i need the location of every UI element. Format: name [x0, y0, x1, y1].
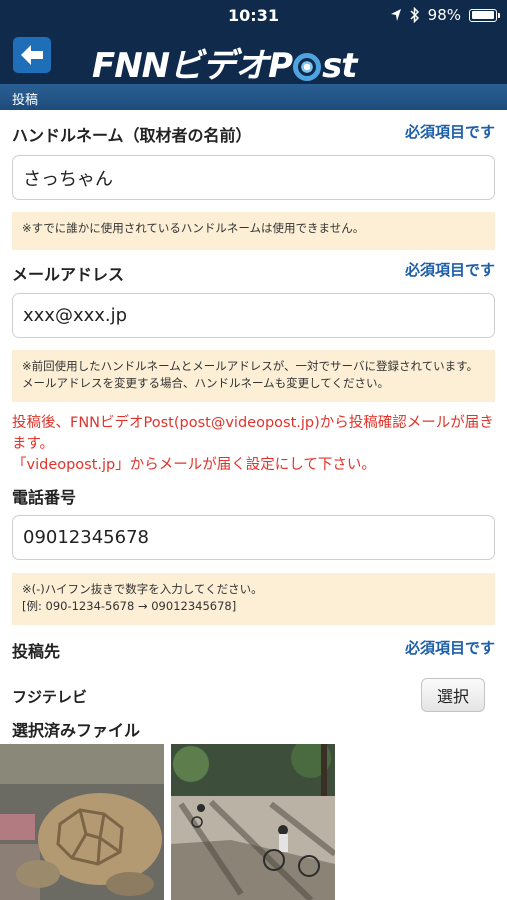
email-label: メールアドレス [12, 265, 125, 284]
section-title-bar: 投稿 [0, 84, 507, 110]
email-input[interactable]: xxx@xxx.jp [12, 293, 495, 338]
phone-input[interactable]: 09012345678 [12, 515, 495, 560]
handle-name-input[interactable]: さっちゃん [12, 155, 495, 200]
email-note: ※前回使用したハンドルネームとメールアドレスが、一対でサーバに登録されています。… [12, 350, 495, 402]
selected-files-label: 選択済みファイル [12, 721, 141, 740]
nav-bar: FNNビデオP st [0, 30, 507, 87]
file-thumbnail-tortoise[interactable] [0, 744, 164, 900]
tortoise-photo [0, 744, 164, 900]
park-photo [171, 744, 335, 900]
file-thumbnail-park[interactable] [171, 744, 335, 900]
logo-ring-icon [293, 53, 322, 81]
email-required-badge: 必須項目です [404, 261, 495, 279]
battery-percent: 98% [427, 6, 461, 24]
destination-value: フジテレビ [12, 688, 88, 706]
back-arrow-icon [21, 45, 43, 65]
phone-note-line-1: ※(-)ハイフン抜きで数字を入力してください。 [22, 582, 263, 596]
location-icon [390, 9, 401, 21]
battery-fill [471, 11, 495, 19]
warning-line-1: 投稿後、FNNビデオPost(post@videopost.jp)から投稿確認メ… [12, 415, 494, 453]
phone-label: 電話番号 [12, 488, 77, 507]
status-bar: 10:31 98% [0, 0, 507, 30]
app-logo: FNNビデオP st [92, 38, 358, 87]
phone-note: ※(-)ハイフン抜きで数字を入力してください。 [例: 090-1234-567… [12, 573, 495, 625]
section-title: 投稿 [12, 93, 39, 108]
confirmation-warning: 投稿後、FNNビデオPost(post@videopost.jp)から投稿確認メ… [12, 413, 495, 476]
logo-videop: ビデオP [169, 46, 293, 86]
phone-note-line-2: [例: 090-1234-5678 → 09012345678] [22, 599, 237, 614]
handle-name-label: ハンドルネーム（取材者の名前） [12, 126, 252, 145]
logo-st: st [322, 46, 357, 86]
back-button[interactable] [13, 37, 51, 73]
destination-label: 投稿先 [12, 642, 61, 661]
destination-required-badge: 必須項目です [404, 639, 495, 657]
select-destination-button[interactable]: 選択 [421, 678, 485, 712]
handle-required-badge: 必須項目です [404, 123, 495, 141]
battery-icon [469, 8, 500, 22]
warning-line-2: 「videopost.jp」からメールが届く設定にして下さい。 [12, 457, 376, 474]
bluetooth-icon [410, 7, 419, 23]
handle-note: ※すでに誰かに使用されているハンドルネームは使用できません。 [12, 212, 495, 250]
status-right: 98% [390, 6, 500, 24]
logo-fnn: FNN [92, 46, 170, 86]
